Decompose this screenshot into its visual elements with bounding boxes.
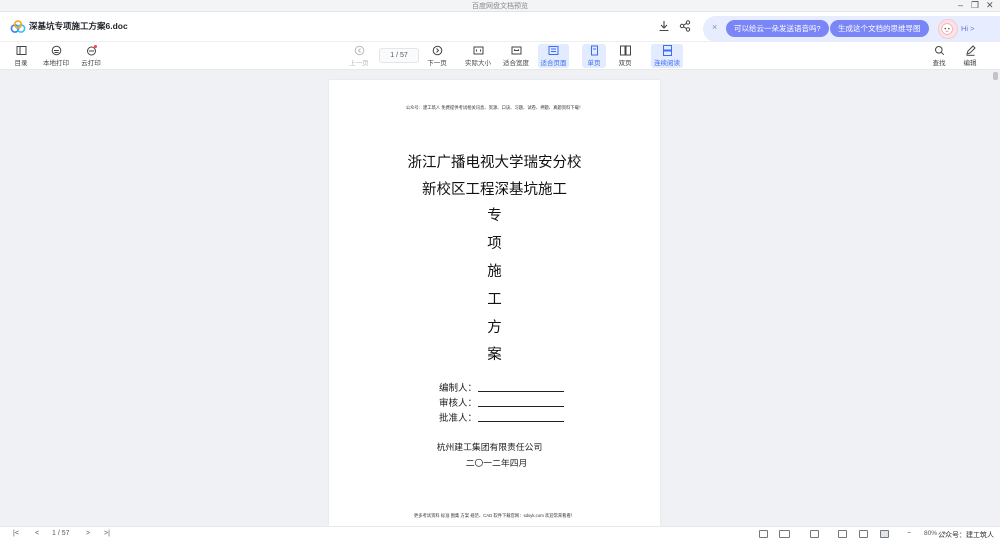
continuous-read-button[interactable]: 连续阅读 [651,44,683,68]
zoom-level[interactable]: 80% [924,529,937,539]
minimize-button[interactable]: – [958,0,963,11]
edit-button[interactable]: 编辑 [960,44,980,68]
compiler-field: 编制人： [439,380,565,394]
single-page-label: 单页 [587,60,601,67]
cloud-printer-icon [86,45,97,56]
doc-vertical-char: 工 [487,292,502,308]
document-page: 公众号：建工筑人 免费提供考试相关讯息、资源、口诀、习题、试卷、押题、真题资料下… [329,80,660,526]
actual-size-icon [473,46,483,55]
toc-icon [16,46,26,55]
company-name: 杭州建工集团有限责任公司 [436,442,543,452]
doc-vertical-char: 项 [487,236,502,252]
continuous-read-label: 连续阅读 [654,60,680,67]
reviewer-blank [478,398,565,407]
approver-label: 批准人： [439,413,478,424]
ai-question-chip[interactable]: 可以给云一朵发送语音吗? [726,20,829,37]
single-page-button[interactable]: 单页 [582,44,606,68]
close-button[interactable]: ✕ [986,0,994,11]
actual-size-label: 实际大小 [465,60,491,67]
page-header-note: 公众号：建工筑人 免费提供考试相关讯息、资源、口诀、习题、试卷、押题、真题资料下… [405,105,584,110]
fit-width-icon [511,46,521,55]
fit-page-button[interactable]: 适合页面 [538,44,569,68]
actual-size-button[interactable]: 实际大小 [463,44,493,68]
status-bar: |< < 1 / 57 > >| − 80% + 公众号：建工筑人 [0,526,1000,541]
cloud-print-button[interactable]: 云打印 [78,44,104,68]
zoom-out-button[interactable]: − [907,529,911,539]
page-footer-note: 更多考试资料 标准 图集 方案 规范、CAD 软件下载官网：sdxyk.com … [413,513,576,518]
single-page-icon [590,45,598,56]
doc-vertical-char: 方 [487,320,502,336]
doc-vertical-char: 案 [487,347,502,363]
watermark-text: 公众号：建工筑人 [938,532,994,539]
document-header: 深基坑专项施工方案6.doc × 可以给云一朵发送语音吗? 生成这个文档的思维导… [0,12,1000,42]
local-print-label: 本地打印 [43,60,69,67]
next-page-icon [432,45,442,56]
continuous-read-icon [662,45,672,56]
fit-width-view-icon[interactable] [859,530,868,538]
fit-page-view-icon[interactable] [880,530,889,538]
printer-icon [51,45,61,56]
fit-page-label: 适合页面 [540,60,567,67]
search-icon [934,46,944,56]
search-label: 查找 [932,60,946,67]
prev-page-button[interactable]: 上一页 [346,44,372,68]
next-page-button[interactable]: 下一页 [424,44,450,68]
next-page-label: 下一页 [427,60,447,67]
approver-field: 批准人： [439,410,565,424]
reviewer-field: 审核人： [439,395,565,409]
continuous-view-icon[interactable] [810,530,819,538]
fit-page-icon [548,46,559,55]
double-page-button[interactable]: 双页 [613,44,637,68]
window-title: 百度网盘文档预览 [472,3,528,10]
status-page-indicator: 1 / 57 [52,530,70,537]
cloud-print-label: 云打印 [81,60,101,67]
viewer-toolbar: 目录 本地打印 云打印 上一页 1 / 57 下一页 实际大小 适合宽度 适合页… [0,42,1000,70]
edit-label: 编辑 [963,60,977,67]
scrollbar-thumb[interactable] [993,72,998,80]
prev-page-icon [354,45,364,56]
ai-avatar-icon[interactable] [938,19,958,39]
fit-width-label: 适合宽度 [503,60,529,67]
toc-button[interactable]: 目录 [10,44,32,68]
approver-blank [478,413,565,422]
ai-assistant-bar: × 可以给云一朵发送语音吗? 生成这个文档的思维导图 Hi > [703,16,1000,42]
next-page-small-button[interactable]: > [86,529,90,539]
window-titlebar: 百度网盘文档预览 – ❐ ✕ [0,0,1000,12]
doc-vertical-char: 专 [487,208,502,224]
vertical-scrollbar[interactable] [990,70,1000,526]
double-page-icon [619,45,631,56]
ai-bar-close-icon[interactable]: × [712,22,717,32]
local-print-button[interactable]: 本地打印 [40,44,72,68]
doc-title-line-1: 浙江广播电视大学瑞安分校 [407,155,582,171]
compiler-label: 编制人： [439,383,478,394]
double-page-view-icon[interactable] [779,530,790,538]
actual-size-view-icon[interactable] [838,530,847,538]
document-title: 深基坑专项施工方案6.doc [29,21,128,31]
doc-vertical-char: 施 [487,264,502,280]
first-page-button[interactable]: |< [13,529,19,539]
single-page-view-icon[interactable] [759,530,768,538]
download-icon[interactable] [657,19,671,33]
restore-button[interactable]: ❐ [971,0,979,11]
document-date: 二〇一二年四月 [465,458,528,468]
page-number-input[interactable]: 1 / 57 [379,48,419,63]
pencil-icon [965,45,976,56]
prev-page-label: 上一页 [349,60,369,67]
ai-mindmap-chip[interactable]: 生成这个文档的思维导图 [830,20,929,37]
prev-page-small-button[interactable]: < [35,529,39,539]
reviewer-label: 审核人： [439,398,478,409]
toc-label: 目录 [14,60,28,67]
compiler-blank [478,383,565,392]
baidu-netdisk-logo-icon [10,20,26,33]
double-page-label: 双页 [618,60,632,67]
search-button[interactable]: 查找 [929,44,949,68]
share-icon[interactable] [678,19,692,33]
fit-width-button[interactable]: 适合宽度 [501,44,531,68]
last-page-button[interactable]: >| [104,529,110,539]
ai-hi-link[interactable]: Hi > [961,24,975,33]
doc-title-line-2: 新校区工程深基坑施工 [422,182,567,198]
